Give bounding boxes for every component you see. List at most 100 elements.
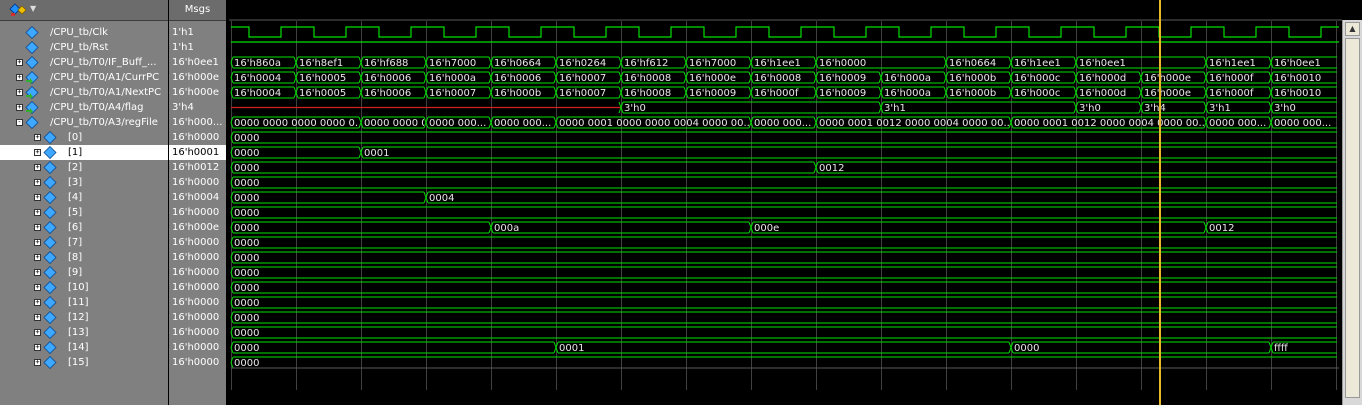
expand-icon[interactable]: +	[34, 134, 41, 141]
signal-row[interactable]: /CPU_tb/Rst	[0, 40, 168, 55]
bus-value-label: ffff	[1274, 343, 1289, 354]
bus-value-label: 0000 0000 0000 0000 0...	[234, 118, 364, 129]
bus-value-label: 16'h0004	[234, 88, 281, 99]
bus-value-label: 16'h000a	[429, 73, 476, 84]
bus-value-label: 16'h000e	[1144, 73, 1191, 84]
bus-value-label: 16'hf612	[624, 58, 668, 69]
signal-row[interactable]: + [0]	[0, 130, 168, 145]
collapse-icon[interactable]: -	[16, 119, 23, 126]
signal-row[interactable]: + /CPU_tb/T0/A1/CurrPC	[0, 70, 168, 85]
signal-row[interactable]: + [9]	[0, 265, 168, 280]
signal-row[interactable]: + [14]	[0, 340, 168, 355]
signal-row[interactable]: + /CPU_tb/T0/IF_Buff_...	[0, 55, 168, 70]
signal-value: 16'h000e	[172, 72, 220, 83]
bus-value-label: 16'h000b	[949, 88, 996, 99]
signal-row[interactable]: + [12]	[0, 310, 168, 325]
bus-value-label: 16'h000e	[689, 73, 736, 84]
signal-row[interactable]: + [2]	[0, 160, 168, 175]
signal-icon	[25, 41, 39, 54]
expand-icon[interactable]: +	[34, 149, 41, 156]
bus-value-label: 0000 0001 0000 0000 0004 0000 00...	[559, 118, 753, 129]
bus-value-label: 16'h0007	[559, 88, 606, 99]
expand-icon[interactable]: +	[16, 74, 23, 81]
vertical-scrollbar[interactable]: ▲	[1342, 20, 1362, 405]
scroll-up-icon[interactable]: ▲	[1345, 22, 1360, 36]
bus-value-label: 3'h0	[1274, 103, 1296, 114]
signal-name: /CPU_tb/T0/IF_Buff_...	[50, 57, 157, 68]
bus-value-label: 3'h0	[624, 103, 646, 114]
signal-row[interactable]: - /CPU_tb/T0/A3/regFile	[0, 115, 168, 130]
signal-icon	[43, 131, 57, 144]
signal-name: [1]	[68, 147, 83, 158]
signal-row[interactable]: + [15]	[0, 355, 168, 370]
signal-row[interactable]: + [7]	[0, 235, 168, 250]
waveform-canvas[interactable]: 16'h860a 16'h8ef1 16'hf688 16'h7000 16'h0664…	[229, 0, 1342, 405]
expand-icon[interactable]: +	[16, 59, 23, 66]
signal-name: [13]	[68, 327, 89, 338]
expand-icon[interactable]: +	[34, 314, 41, 321]
signal-row[interactable]: + [1]	[0, 145, 168, 160]
expand-icon[interactable]: +	[34, 359, 41, 366]
expand-icon[interactable]: +	[34, 194, 41, 201]
chevron-down-icon[interactable]: ▼	[30, 4, 36, 13]
expand-icon[interactable]: +	[34, 179, 41, 186]
bus-value-label: 16'h0006	[364, 88, 411, 99]
expand-icon[interactable]: +	[34, 239, 41, 246]
bus-value-label: 16'h000c	[1014, 73, 1060, 84]
signal-row[interactable]: + [11]	[0, 295, 168, 310]
signal-value: 16'h0000	[172, 342, 220, 353]
signal-row[interactable]: + [8]	[0, 250, 168, 265]
scroll-thumb[interactable]	[1345, 38, 1360, 398]
expand-icon[interactable]: +	[34, 164, 41, 171]
bus-value-label: 0000	[234, 133, 259, 144]
signal-row[interactable]: + [6]	[0, 220, 168, 235]
expand-icon[interactable]: +	[34, 209, 41, 216]
bus-value-label: 16'h0006	[494, 73, 541, 84]
signal-icon	[43, 206, 57, 219]
signal-row[interactable]: + [13]	[0, 325, 168, 340]
signal-name: /CPU_tb/T0/A3/regFile	[50, 117, 158, 128]
expand-icon[interactable]: +	[34, 269, 41, 276]
signal-row[interactable]: + [10]	[0, 280, 168, 295]
bus-value-label: 16'h000d	[1079, 88, 1126, 99]
output-signal-icon	[25, 71, 39, 84]
expand-icon[interactable]: +	[16, 89, 23, 96]
waveform-pane[interactable]: 16'h860a 16'h8ef1 16'hf688 16'h7000 16'h0664…	[229, 0, 1342, 405]
signal-value: 16'h0012	[172, 162, 220, 173]
bus-value-label: 0000	[234, 343, 259, 354]
bus-value-label: 16'h860a	[234, 58, 281, 69]
signal-row[interactable]: + /CPU_tb/T0/A1/NextPC	[0, 85, 168, 100]
signal-value: 16'h000e	[172, 222, 220, 233]
signal-name: [0]	[68, 132, 83, 143]
bus-value-label: 16'h000a	[884, 73, 931, 84]
signal-row[interactable]: /CPU_tb/Clk	[0, 25, 168, 40]
bus-value-label: 16'h7000	[689, 58, 736, 69]
scrollbar-corner	[1342, 0, 1362, 20]
wave-layout-icon[interactable]	[8, 3, 30, 17]
expand-icon[interactable]: +	[34, 299, 41, 306]
signal-icon	[25, 56, 39, 69]
signal-row[interactable]: + [4]	[0, 190, 168, 205]
bus-value-label: 0000	[234, 148, 259, 159]
bus-value-label: 16'h8ef1	[299, 58, 343, 69]
bus-value-label: 000e	[754, 223, 779, 234]
signal-row[interactable]: + [3]	[0, 175, 168, 190]
bus-value-label: 16'h0664	[494, 58, 541, 69]
expand-icon[interactable]: +	[34, 284, 41, 291]
bus-value-label: 0000 0001 0012 0000 0004 0000 00...	[819, 118, 1013, 129]
bus-value-label: 16'h0008	[754, 73, 801, 84]
expand-icon[interactable]: +	[16, 104, 23, 111]
signal-value: 16'h0004	[172, 192, 220, 203]
signal-name: /CPU_tb/Rst	[50, 42, 109, 53]
expand-icon[interactable]: +	[34, 329, 41, 336]
signal-row[interactable]: + /CPU_tb/T0/A4/flag	[0, 100, 168, 115]
expand-icon[interactable]: +	[34, 344, 41, 351]
bus-value-label: 3'h1	[1209, 103, 1231, 114]
signal-icon	[43, 296, 57, 309]
bus-value-label: 16'h0000	[819, 58, 866, 69]
signal-row[interactable]: + [5]	[0, 205, 168, 220]
signal-name: [2]	[68, 162, 83, 173]
expand-icon[interactable]: +	[34, 224, 41, 231]
signal-value: 16'h0000	[172, 297, 220, 308]
expand-icon[interactable]: +	[34, 254, 41, 261]
